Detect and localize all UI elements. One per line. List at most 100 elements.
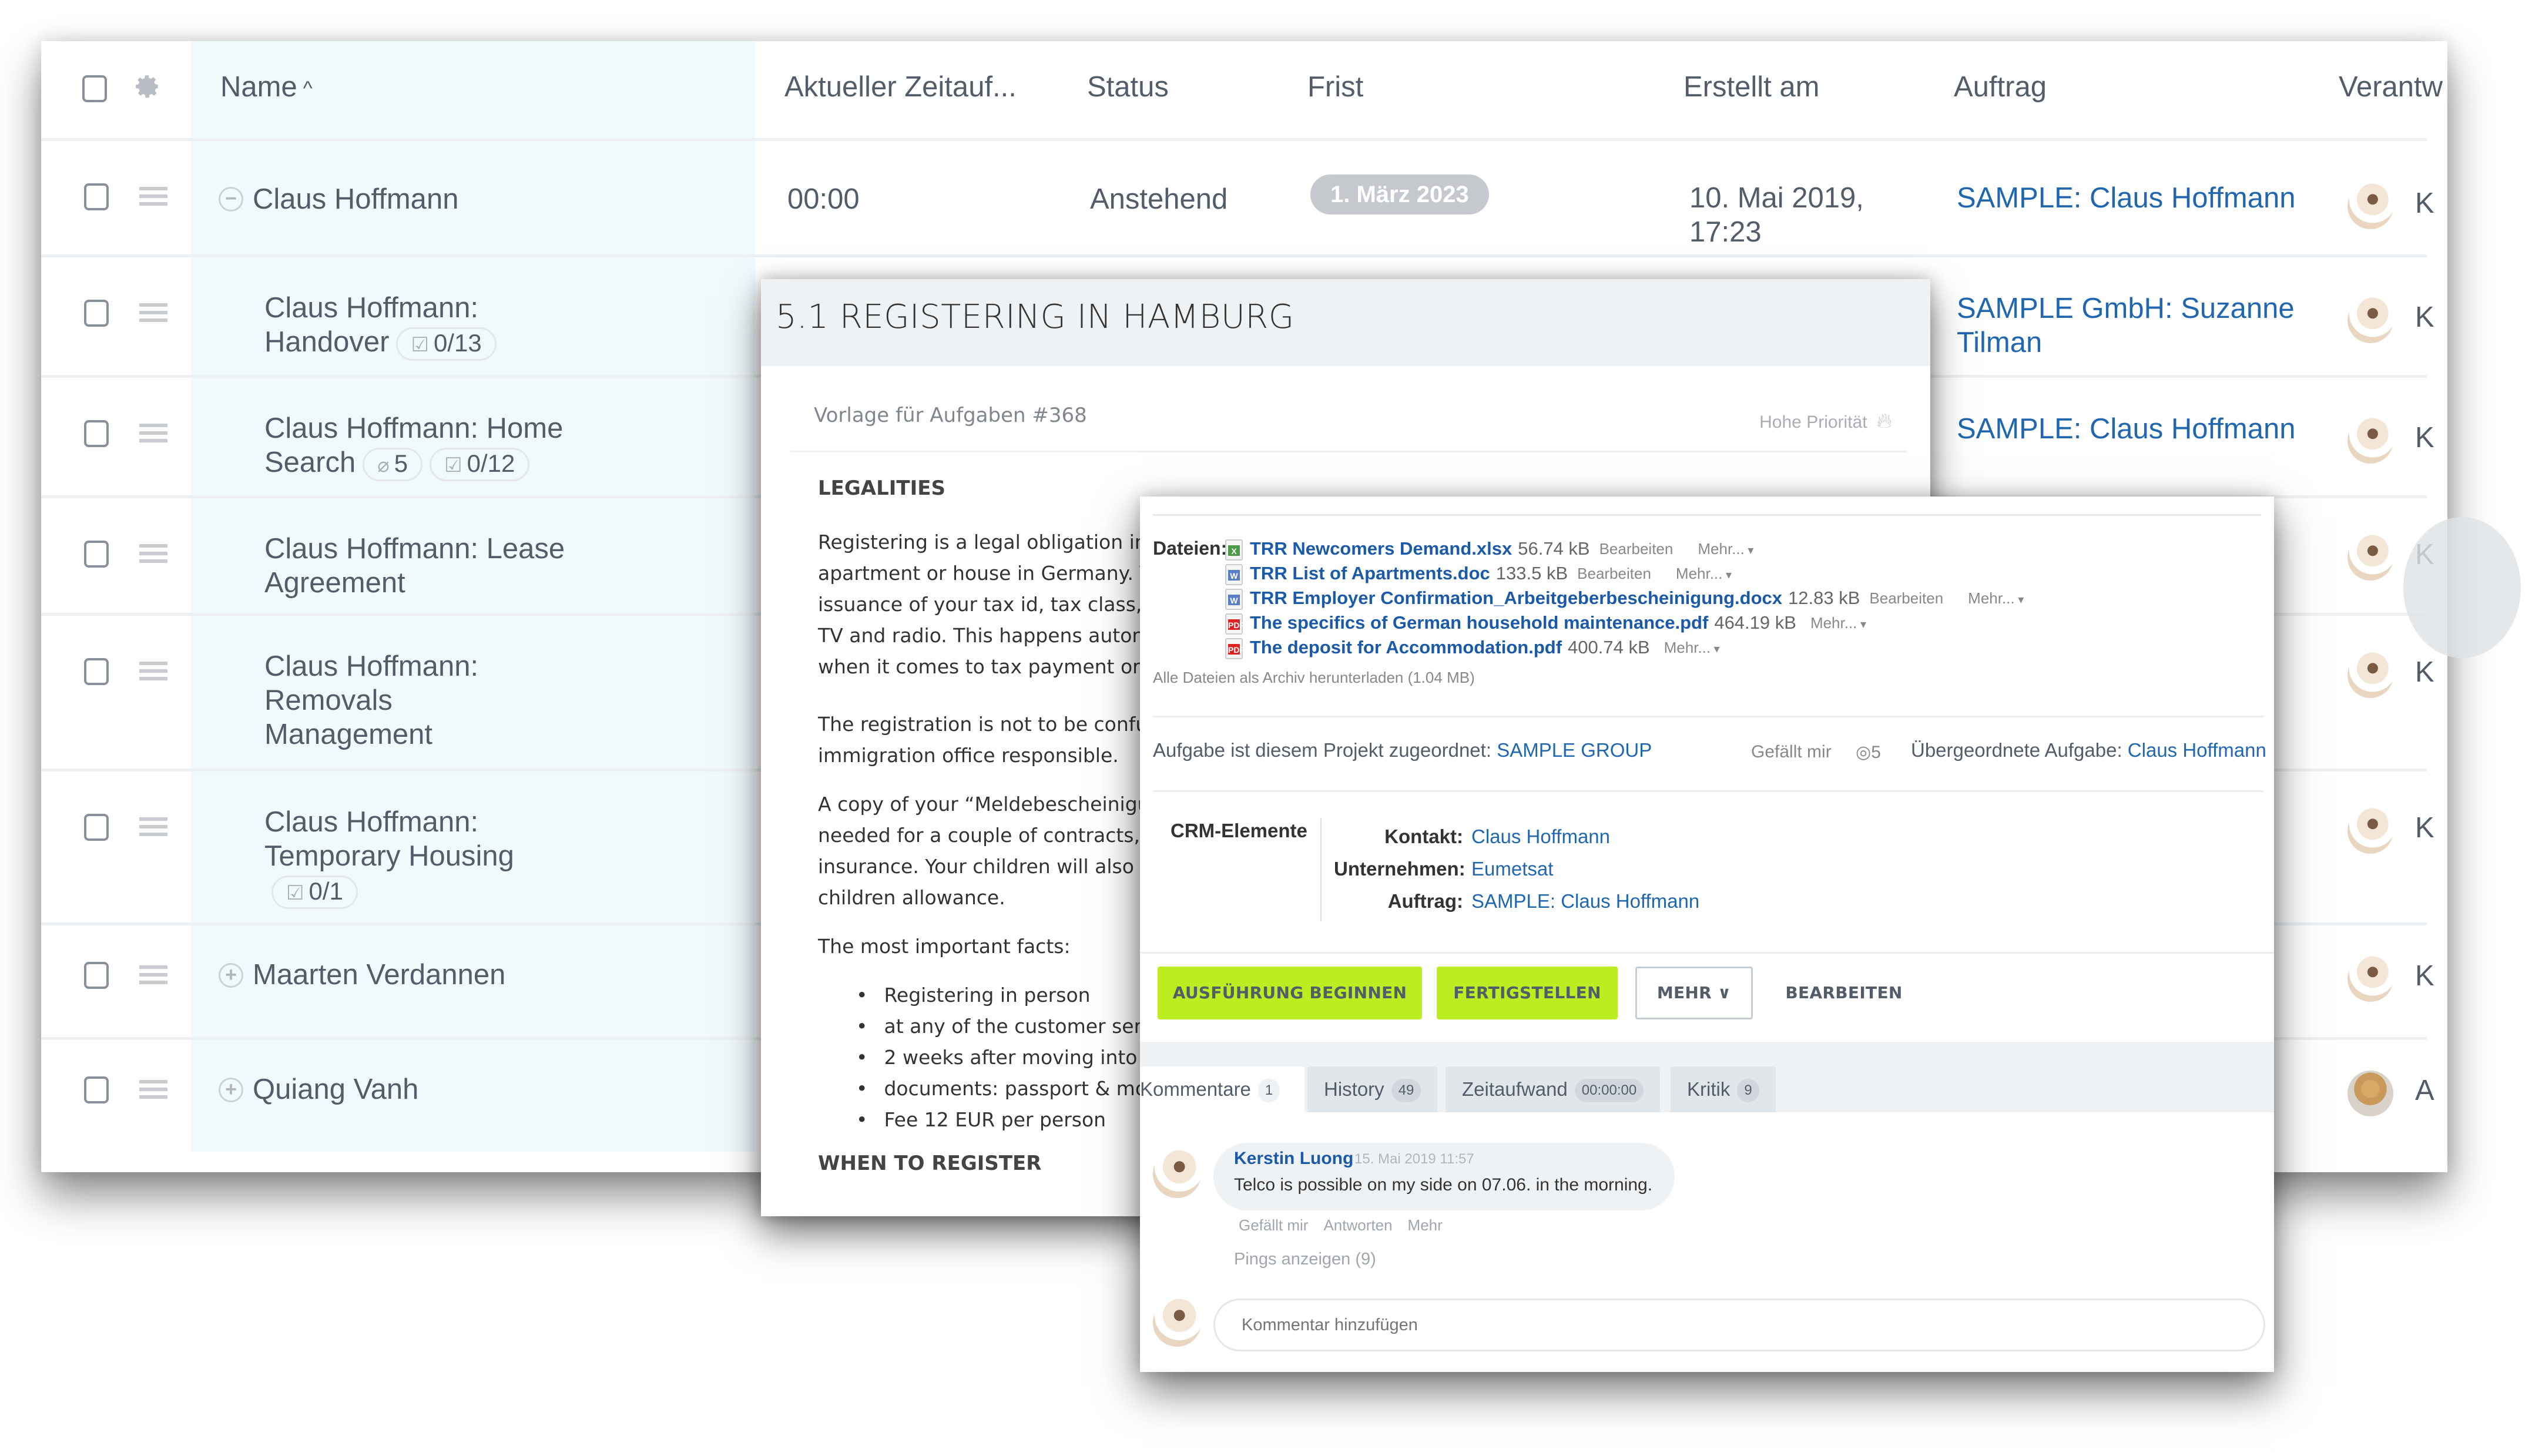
crm-contact-link[interactable]: Claus Hoffmann — [1471, 826, 1610, 847]
file-more-dropdown[interactable]: Mehr... — [1810, 614, 1866, 632]
checklist-count: 0/1 — [308, 877, 343, 905]
row-checkbox[interactable] — [84, 300, 109, 327]
drag-handle-icon[interactable] — [139, 424, 167, 445]
file-more-dropdown[interactable]: Mehr... — [1968, 589, 2024, 607]
file-item: X TRR Newcomers Demand.xlsx 56.74 kB Bearbe… — [1225, 536, 1753, 563]
drag-handle-icon[interactable] — [139, 662, 167, 683]
expand-icon[interactable]: + — [219, 963, 243, 988]
row-checkbox[interactable] — [84, 183, 109, 210]
task-name[interactable]: Claus Hoffmann: Home Search ⌀ 5 ☑ 0/12 — [264, 411, 563, 481]
task-name[interactable]: Claus Hoffmann: Removals Management — [264, 649, 478, 752]
project-link[interactable]: SAMPLE GROUP — [1497, 739, 1652, 761]
file-edit-link[interactable]: Bearbeiten — [1577, 565, 1651, 582]
checklist-icon: ☑ — [286, 881, 304, 904]
start-execution-button[interactable]: AUSFÜHRUNG BEGINNEN — [1158, 967, 1422, 1019]
order-link[interactable]: SAMPLE GmbH: Suzanne Tilman — [1957, 291, 2295, 360]
responsible-name[interactable]: K — [2415, 656, 2434, 689]
drag-handle-icon[interactable] — [139, 303, 167, 324]
file-more-dropdown[interactable]: Mehr... — [1676, 565, 1732, 582]
avatar[interactable] — [2347, 808, 2393, 854]
task-name[interactable]: Claus Hoffmann — [253, 182, 458, 216]
avatar[interactable] — [2347, 535, 2393, 581]
row-checkbox[interactable] — [84, 541, 109, 568]
select-all-checkbox[interactable] — [82, 75, 107, 102]
column-header-order[interactable]: Auftrag — [1954, 71, 2047, 103]
word-file-icon: W — [1225, 588, 1243, 610]
column-header-responsible[interactable]: Verantw — [2339, 71, 2443, 103]
file-link[interactable]: The deposit for Accommodation.pdf — [1250, 637, 1562, 657]
task-name[interactable]: Quiang Vanh — [253, 1072, 418, 1106]
column-header-time[interactable]: Aktueller Zeitauf... — [784, 71, 1017, 103]
comment-more-link[interactable]: Mehr — [1408, 1216, 1443, 1234]
column-header-created[interactable]: Erstellt am — [1683, 71, 1819, 103]
task-name[interactable]: Maarten Verdannen — [253, 958, 505, 992]
responsible-name[interactable]: A — [2415, 1074, 2434, 1107]
show-pings-link[interactable]: Pings anzeigen (9) — [1234, 1250, 1376, 1269]
table-row[interactable]: − Claus Hoffmann 00:00 Anstehend 1. März… — [41, 138, 2434, 254]
file-edit-link[interactable]: Bearbeiten — [1869, 589, 1943, 607]
collapse-icon[interactable]: − — [219, 187, 243, 212]
comment-input[interactable] — [1213, 1299, 2265, 1351]
avatar[interactable] — [2347, 652, 2393, 698]
avatar[interactable] — [2347, 1071, 2393, 1116]
gear-icon[interactable] — [132, 72, 162, 101]
avatar[interactable] — [1153, 1150, 1201, 1198]
row-checkbox[interactable] — [84, 962, 109, 989]
row-checkbox[interactable] — [84, 814, 109, 841]
comment-reply-link[interactable]: Antworten — [1323, 1216, 1392, 1234]
responsible-name[interactable]: K — [2415, 301, 2434, 334]
order-link[interactable]: SAMPLE: Claus Hoffmann — [1957, 412, 2295, 446]
more-dropdown-button[interactable]: MEHR ∨ — [1635, 967, 1753, 1019]
finish-button[interactable]: FERTIGSTELLEN — [1437, 967, 1618, 1019]
comment-like-link[interactable]: Gefällt mir — [1239, 1216, 1308, 1234]
tab-review[interactable]: Kritik 9 — [1671, 1066, 1776, 1112]
file-link[interactable]: The specifics of German household mainte… — [1250, 612, 1708, 633]
file-link[interactable]: TRR Employer Confirmation_Arbeitgeberbes… — [1250, 588, 1782, 608]
task-name-line: Search — [264, 447, 356, 478]
deadline-badge[interactable]: 1. März 2023 — [1310, 175, 1489, 214]
task-name-line: Claus Hoffmann: — [264, 650, 479, 682]
row-checkbox[interactable] — [84, 658, 109, 685]
task-name[interactable]: Claus Hoffmann: Temporary Housing ☑ 0/1 — [264, 805, 514, 909]
row-checkbox[interactable] — [84, 1076, 109, 1103]
file-more-dropdown[interactable]: Mehr... — [1698, 540, 1753, 558]
drag-handle-icon[interactable] — [139, 817, 167, 838]
file-link[interactable]: TRR Newcomers Demand.xlsx — [1250, 538, 1512, 559]
avatar[interactable] — [2347, 297, 2393, 343]
tab-history[interactable]: History 49 — [1307, 1066, 1438, 1112]
file-link[interactable]: TRR List of Apartments.doc — [1250, 563, 1490, 583]
order-link[interactable]: SAMPLE: Claus Hoffmann — [1957, 181, 2295, 215]
avatar[interactable] — [2347, 183, 2393, 229]
file-more-dropdown[interactable]: Mehr... — [1664, 639, 1720, 656]
crm-company-link[interactable]: Eumetsat — [1471, 858, 1553, 880]
expand-icon[interactable]: + — [219, 1078, 243, 1102]
crm-order-link[interactable]: SAMPLE: Claus Hoffmann — [1471, 890, 1699, 912]
file-edit-link[interactable]: Bearbeiten — [1599, 540, 1674, 558]
column-header-deadline[interactable]: Frist — [1307, 71, 1363, 103]
drag-handle-icon[interactable] — [139, 187, 167, 208]
column-header-name[interactable]: Name ^ — [220, 71, 313, 103]
tab-comments[interactable]: Kommentare 1 — [1140, 1066, 1304, 1112]
responsible-name[interactable]: K — [2415, 187, 2434, 220]
like-button[interactable]: Gefällt mir — [1751, 742, 1832, 762]
comment-author-link[interactable]: Kerstin Luong — [1234, 1149, 1353, 1169]
task-name[interactable]: Claus Hoffmann: Handover ☑ 0/13 — [264, 291, 497, 361]
task-name[interactable]: Claus Hoffmann: Lease Agreement — [264, 532, 565, 600]
divider — [1153, 716, 2263, 717]
popup-title: 5.1 REGISTERING IN HAMBURG — [776, 298, 1294, 336]
drag-handle-icon[interactable] — [139, 965, 167, 987]
download-all-link[interactable]: Alle Dateien als Archiv herunterladen (1… — [1153, 669, 1475, 687]
priority-indicator[interactable]: Hohe Priorität 🔥︎ — [1759, 408, 1892, 434]
avatar[interactable] — [2347, 956, 2393, 1002]
tab-time-tracking[interactable]: Zeitaufwand 00:00:00 — [1446, 1066, 1661, 1112]
column-header-status[interactable]: Status — [1087, 71, 1169, 103]
responsible-name[interactable]: K — [2415, 811, 2434, 844]
parent-task-link[interactable]: Claus Hoffmann — [2128, 739, 2266, 761]
responsible-name[interactable]: K — [2415, 421, 2434, 454]
edit-button[interactable]: BEARBEITEN — [1768, 967, 1920, 1019]
avatar[interactable] — [2347, 418, 2393, 464]
drag-handle-icon[interactable] — [139, 1080, 167, 1101]
responsible-name[interactable]: K — [2415, 960, 2434, 992]
row-checkbox[interactable] — [84, 420, 109, 447]
drag-handle-icon[interactable] — [139, 544, 167, 565]
